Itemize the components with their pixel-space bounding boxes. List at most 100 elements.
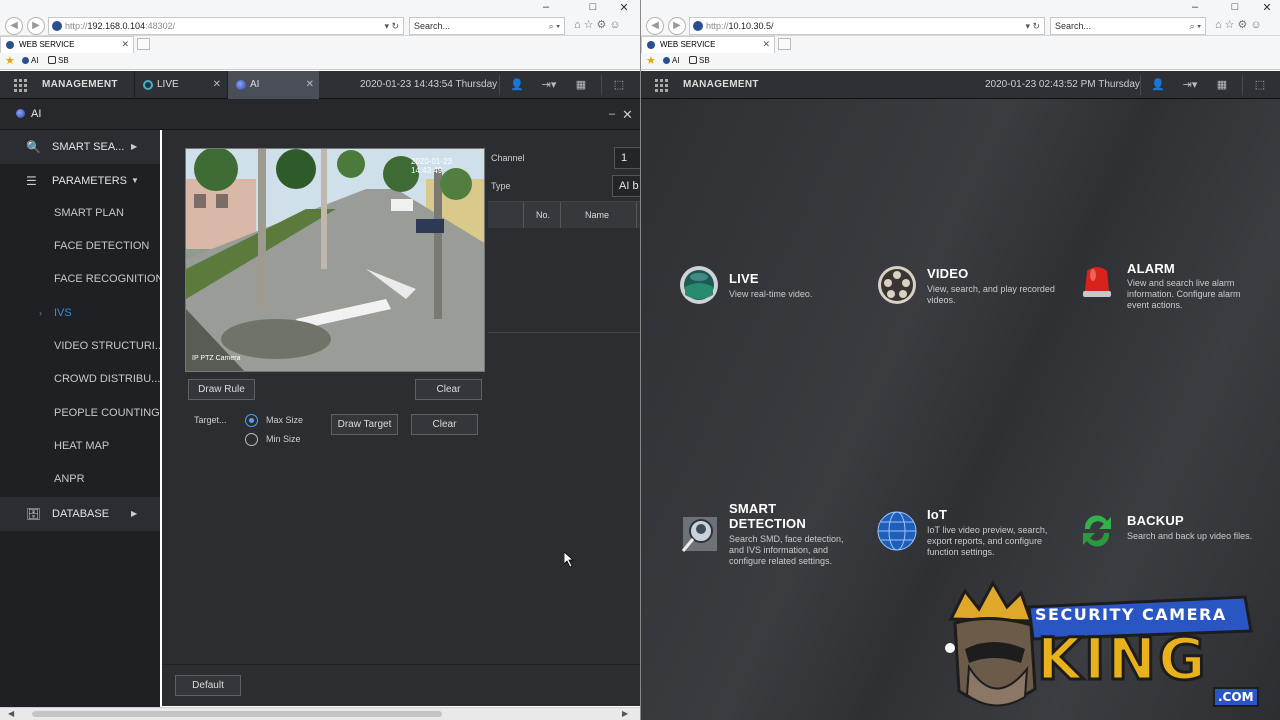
type-select[interactable]: AI b: [612, 175, 640, 197]
scroll-thumb[interactable]: [32, 711, 442, 717]
forward-button[interactable]: ▶: [668, 17, 686, 35]
sidebar-item-ivs[interactable]: › IVS: [0, 297, 160, 330]
management-menu[interactable]: MANAGEMENT: [683, 71, 759, 99]
select-column[interactable]: [488, 202, 524, 228]
sidebar-item-heat-map[interactable]: HEAT MAP: [0, 430, 160, 463]
minimize-window-button[interactable]: –: [1187, 1, 1203, 13]
sidebar-item-video-structuring[interactable]: VIDEO STRUCTURI...: [0, 330, 160, 363]
scroll-left-icon[interactable]: ◀: [8, 708, 14, 720]
browser-toolbar-icons[interactable]: ⌂☆⚙☺: [1215, 18, 1265, 31]
tile-title: LIVE: [729, 271, 759, 286]
sidebar-item-anpr[interactable]: ANPR: [0, 463, 160, 496]
layout-icon[interactable]: ▦: [574, 78, 588, 92]
management-menu[interactable]: MANAGEMENT: [42, 71, 118, 99]
tile-live[interactable]: LIVE View real-time video.: [679, 265, 869, 345]
scroll-right-icon[interactable]: ▶: [622, 708, 628, 720]
favorite-ai-icon: [22, 57, 29, 64]
clear-target-button[interactable]: Clear: [411, 414, 478, 435]
search-icon[interactable]: ⌕ ▾: [549, 18, 560, 34]
clear-rule-button[interactable]: Clear: [415, 379, 482, 400]
browser-search-box[interactable]: Search... ⌕ ▾: [409, 17, 565, 35]
chevron-right-icon: ›: [39, 308, 42, 318]
sidebar-item-face-detection[interactable]: FACE DETECTION: [0, 230, 160, 263]
favorites-bar: ★ AI SB: [641, 53, 1280, 70]
fullscreen-icon[interactable]: ⬚: [612, 78, 626, 92]
camera-preview[interactable]: 2020-01-23 14:43:49 IP PTZ Camera: [185, 148, 485, 372]
rule-table-header: No. Name: [488, 202, 640, 228]
fullscreen-icon[interactable]: ⬚: [1253, 78, 1267, 92]
ai-dialog-title: AI: [31, 108, 42, 120]
close-window-button[interactable]: ✕: [1259, 1, 1275, 14]
favorites-star-icon[interactable]: ★: [5, 53, 15, 69]
maximize-window-button[interactable]: □: [585, 1, 601, 13]
address-bar[interactable]: http://10.10.30.5/ ▾ ↻: [689, 17, 1045, 35]
sidebar-item-smart-plan[interactable]: SMART PLAN: [0, 197, 160, 230]
favorite-sb[interactable]: SB: [689, 53, 710, 69]
new-tab-button[interactable]: [778, 38, 791, 50]
sidebar-item-crowd-distribution[interactable]: CROWD DISTRIBU...: [0, 363, 160, 396]
back-button[interactable]: ◀: [646, 17, 664, 35]
favorite-sb-icon: [48, 56, 56, 64]
forward-button[interactable]: ▶: [27, 17, 45, 35]
tab-ai[interactable]: AI ✕: [227, 71, 319, 99]
video-timestamp: 2020-01-23 14:43:49: [411, 157, 452, 175]
browser-tab[interactable]: WEB SERVICE ✕: [641, 36, 775, 53]
back-button[interactable]: ◀: [5, 17, 23, 35]
layout-icon[interactable]: ▦: [1215, 78, 1229, 92]
close-live-tab-icon[interactable]: ✕: [213, 71, 221, 99]
close-tab-icon[interactable]: ✕: [121, 37, 129, 52]
horizontal-scrollbar[interactable]: ◀ ▶: [0, 707, 640, 720]
search-icon[interactable]: ⌕ ▾: [1190, 18, 1201, 34]
favorite-sb[interactable]: SB: [48, 53, 69, 69]
favorite-ai[interactable]: AI: [22, 53, 39, 69]
tile-title-line2: DETECTION: [729, 516, 806, 531]
sidebar-item-face-recognition[interactable]: FACE RECOGNITION: [0, 263, 160, 296]
tab-live[interactable]: LIVE ✕: [134, 71, 226, 99]
browser-tab[interactable]: WEB SERVICE ✕: [0, 36, 134, 53]
address-prefix: http://: [65, 21, 88, 31]
browser-toolbar-icons[interactable]: ⌂☆⚙☺: [574, 18, 624, 31]
favorite-ai[interactable]: AI: [663, 53, 680, 69]
address-bar[interactable]: http://192.168.0.104:48302/ ▾ ↻: [48, 17, 404, 35]
sidebar-item-label: VIDEO STRUCTURI...: [54, 340, 160, 352]
browser-search-box[interactable]: Search... ⌕ ▾: [1050, 17, 1206, 35]
close-dialog-button[interactable]: ✕: [622, 99, 633, 130]
tile-iot[interactable]: IoT IoT live video preview, search, expo…: [877, 507, 1067, 587]
tile-smart-detection[interactable]: SMART DETECTION Search SMD, face detecti…: [679, 501, 869, 581]
sidebar-item-database[interactable]: 🗄 DATABASE ▶: [0, 497, 160, 531]
tile-video[interactable]: VIDEO View, search, and play recorded vi…: [877, 265, 1067, 345]
logout-icon[interactable]: ⇥▾: [538, 78, 560, 92]
draw-target-button[interactable]: Draw Target: [331, 414, 398, 435]
draw-rule-button[interactable]: Draw Rule: [188, 379, 255, 400]
new-tab-button[interactable]: [137, 38, 150, 50]
maximize-window-button[interactable]: □: [1227, 1, 1243, 13]
logout-icon[interactable]: ⇥▾: [1179, 78, 1201, 92]
sidebar-item-people-counting[interactable]: PEOPLE COUNTING: [0, 397, 160, 430]
smart-search-icon: 🔍: [26, 140, 41, 154]
menu-grid-icon[interactable]: [14, 78, 28, 92]
minimize-window-button[interactable]: –: [538, 1, 554, 13]
tab-favicon: [647, 41, 655, 49]
close-ai-tab-icon[interactable]: ✕: [306, 71, 314, 99]
default-button[interactable]: Default: [175, 675, 241, 696]
close-tab-icon[interactable]: ✕: [762, 37, 770, 52]
channel-select[interactable]: 1: [614, 147, 640, 169]
refresh-icon[interactable]: ▾ ↻: [1025, 18, 1040, 34]
user-icon[interactable]: 👤: [510, 78, 524, 92]
sidebar-item-label: CROWD DISTRIBU...: [54, 373, 160, 385]
sidebar-item-parameters[interactable]: ☰ PARAMETERS ▼: [0, 164, 160, 198]
tab-favicon: [6, 41, 14, 49]
favorite-sb-label: SB: [58, 56, 69, 65]
min-size-radio[interactable]: [245, 433, 258, 446]
menu-grid-icon[interactable]: [655, 78, 669, 92]
tile-title: SMART: [729, 501, 777, 516]
close-window-button[interactable]: ✕: [616, 1, 632, 14]
max-size-radio[interactable]: [245, 414, 258, 427]
max-size-label: Max Size: [266, 415, 304, 425]
user-icon[interactable]: 👤: [1151, 78, 1165, 92]
refresh-icon[interactable]: ▾ ↻: [384, 18, 399, 34]
sidebar-item-smart-search[interactable]: 🔍 SMART SEA... ▶: [0, 130, 160, 164]
favorites-star-icon[interactable]: ★: [646, 53, 656, 69]
tile-alarm[interactable]: ALARM View and search live alarm informa…: [1077, 261, 1267, 341]
minimize-dialog-button[interactable]: –: [609, 99, 615, 130]
